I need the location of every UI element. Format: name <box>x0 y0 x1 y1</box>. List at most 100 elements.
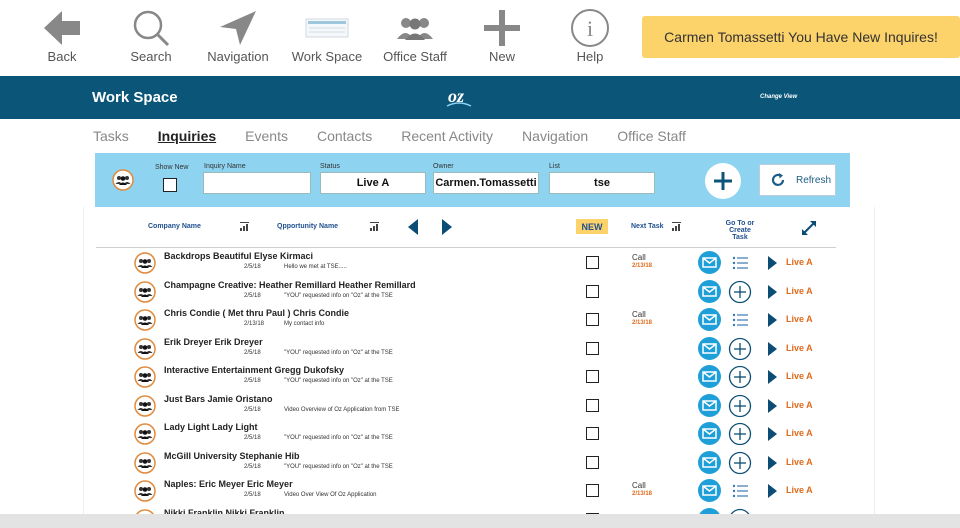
inquiry-name-input[interactable] <box>203 172 311 194</box>
workspace-button[interactable]: Work Space <box>282 6 372 70</box>
new-checkbox[interactable] <box>586 370 599 383</box>
new-inquiries-notice[interactable]: Carmen Tomassetti You Have New Inquires! <box>642 16 960 58</box>
people-group-icon[interactable] <box>134 480 156 502</box>
table-row[interactable]: Lady Light Lady Light 2/5/18 "YOU" request… <box>84 420 876 448</box>
tab-events[interactable]: Events <box>245 128 288 148</box>
office-staff-button[interactable]: Office Staff <box>370 6 460 70</box>
email-icon[interactable] <box>698 450 721 474</box>
email-icon[interactable] <box>698 251 721 274</box>
table-row[interactable]: Naples: Eric Meyer Eric Meyer 2/5/18 Video… <box>84 477 876 505</box>
sort-icon[interactable] <box>672 222 682 231</box>
workspace-thumbnail-icon <box>282 6 372 50</box>
email-icon[interactable] <box>698 479 721 502</box>
email-icon[interactable] <box>698 336 721 360</box>
table-row[interactable]: Champagne Creative: Heather Remillard He… <box>84 278 876 306</box>
play-arrow-icon[interactable] <box>768 398 777 413</box>
email-icon[interactable] <box>698 365 721 388</box>
new-checkbox[interactable] <box>586 341 599 355</box>
inquiry-name[interactable]: Lady Light Lady Light <box>164 422 258 432</box>
inquiry-name[interactable]: Erik Dreyer Erik Dreyer <box>164 337 263 347</box>
sort-icon[interactable] <box>240 222 250 231</box>
add-inquiry-button[interactable] <box>705 163 741 199</box>
create-task-plus-icon[interactable] <box>728 451 752 475</box>
create-task-plus-icon[interactable] <box>728 394 752 418</box>
new-checkbox[interactable] <box>586 256 599 269</box>
people-group-icon[interactable] <box>134 252 156 274</box>
inquiry-date: 2/5/18 <box>244 378 261 384</box>
inquiry-name[interactable]: Interactive Entertainment Gregg Dukofsky <box>164 365 344 375</box>
search-button[interactable]: Search <box>106 6 196 70</box>
email-icon[interactable] <box>698 308 721 331</box>
new-checkbox[interactable] <box>586 455 599 469</box>
inquiry-name[interactable]: McGill University Stephanie Hib <box>164 451 300 461</box>
tab-inquiries[interactable]: Inquiries <box>158 128 216 148</box>
people-group-icon[interactable] <box>134 451 156 474</box>
show-new-checkbox[interactable] <box>163 178 177 192</box>
sort-icon[interactable] <box>370 222 380 231</box>
inquiry-name[interactable]: Champagne Creative: Heather Remillard He… <box>164 280 416 290</box>
table-row[interactable]: Chris Condie ( Met thru Paul ) Chris Con… <box>84 306 876 334</box>
tab-recent-activity[interactable]: Recent Activity <box>401 128 493 148</box>
tab-contacts[interactable]: Contacts <box>317 128 372 148</box>
people-group-icon[interactable] <box>134 366 156 388</box>
task-list-icon[interactable] <box>728 251 752 275</box>
table-row[interactable]: McGill University Stephanie Hib 2/5/18 "YO… <box>84 449 876 477</box>
expand-icon[interactable] <box>801 220 817 236</box>
tab-office-staff[interactable]: Office Staff <box>617 128 686 148</box>
create-task-plus-icon[interactable] <box>728 422 752 446</box>
list-select[interactable]: tse <box>549 172 655 194</box>
tab-navigation[interactable]: Navigation <box>522 128 588 148</box>
create-task-plus-icon[interactable] <box>728 337 752 361</box>
task-list-icon[interactable] <box>728 479 752 503</box>
next-task-header[interactable]: Next Task <box>631 223 664 230</box>
play-arrow-icon[interactable] <box>768 484 777 498</box>
table-row[interactable]: Backdrops Beautiful Elyse Kirmaci 2/5/18 H… <box>84 249 876 277</box>
new-checkbox[interactable] <box>586 484 599 497</box>
back-button[interactable]: Back <box>17 6 107 70</box>
play-arrow-icon[interactable] <box>768 370 777 384</box>
plus-icon <box>714 172 732 190</box>
people-group-icon[interactable] <box>134 423 156 445</box>
navigation-button[interactable]: Navigation <box>193 6 283 70</box>
people-group-icon[interactable] <box>134 394 156 417</box>
new-checkbox[interactable] <box>586 284 599 298</box>
opportunity-name-header[interactable]: Qpportunity Name <box>277 223 338 230</box>
new-checkbox[interactable] <box>586 313 599 326</box>
people-group-icon[interactable] <box>134 309 156 331</box>
help-button[interactable]: i Help <box>545 6 635 70</box>
table-row[interactable]: Interactive Entertainment Gregg Dukofsky… <box>84 363 876 391</box>
task-list-icon[interactable] <box>728 308 752 332</box>
goto-create-task-header: Go To or Create Task <box>722 220 758 241</box>
new-checkbox[interactable] <box>586 398 599 412</box>
people-group-icon[interactable] <box>134 337 156 360</box>
play-arrow-icon[interactable] <box>768 284 777 299</box>
play-arrow-icon[interactable] <box>768 455 777 470</box>
refresh-button[interactable]: Refresh <box>759 164 836 196</box>
inquiry-name[interactable]: Naples: Eric Meyer Eric Meyer <box>164 479 293 489</box>
owner-select[interactable]: Carmen.Tomassetti <box>433 172 539 194</box>
previous-arrow-icon[interactable] <box>408 219 418 235</box>
play-arrow-icon[interactable] <box>768 256 777 270</box>
table-row[interactable]: Erik Dreyer Erik Dreyer 2/5/18 "YOU" reque… <box>84 335 876 363</box>
play-arrow-icon[interactable] <box>768 427 777 441</box>
change-view-link[interactable]: Change View <box>760 94 797 100</box>
email-icon[interactable] <box>698 393 721 417</box>
next-arrow-icon[interactable] <box>442 219 452 235</box>
new-checkbox[interactable] <box>586 427 599 440</box>
create-task-plus-icon[interactable] <box>728 280 752 304</box>
tab-bar: Tasks Inquiries Events Contacts Recent A… <box>93 128 715 148</box>
people-group-icon[interactable] <box>134 280 156 303</box>
company-name-header[interactable]: Company Name <box>148 223 201 230</box>
email-icon[interactable] <box>698 279 721 303</box>
play-arrow-icon[interactable] <box>768 313 777 327</box>
inquiry-name[interactable]: Backdrops Beautiful Elyse Kirmaci <box>164 251 313 261</box>
table-row[interactable]: Just Bars Jamie Oristano 2/5/18 Video Over… <box>84 392 876 420</box>
tab-tasks[interactable]: Tasks <box>93 128 129 148</box>
inquiry-name[interactable]: Just Bars Jamie Oristano <box>164 394 273 404</box>
inquiry-name[interactable]: Chris Condie ( Met thru Paul ) Chris Con… <box>164 308 349 318</box>
play-arrow-icon[interactable] <box>768 341 777 356</box>
create-task-plus-icon[interactable] <box>728 365 752 389</box>
status-select[interactable]: Live A <box>320 172 426 194</box>
email-icon[interactable] <box>698 422 721 445</box>
new-button[interactable]: New <box>457 6 547 70</box>
